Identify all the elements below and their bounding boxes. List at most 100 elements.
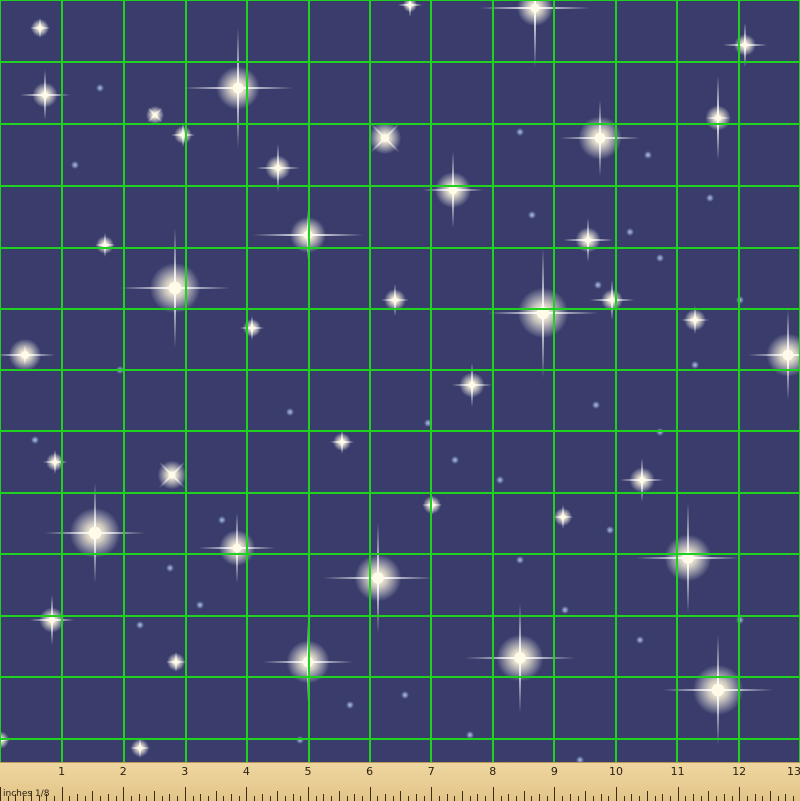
ruler-tick [177, 796, 179, 801]
faint-dot [136, 621, 144, 629]
faint-dot [96, 84, 104, 92]
ruler-tick [500, 796, 502, 801]
faint-dot [31, 436, 39, 444]
ruler-tick [238, 796, 240, 801]
ruler-number: 7 [427, 765, 435, 778]
ruler-tick [793, 796, 795, 801]
ruler-tick [616, 787, 617, 801]
star-core [514, 652, 526, 664]
ruler-tick [515, 796, 517, 801]
star-core [48, 616, 56, 624]
ruler-tick [762, 796, 764, 801]
star-core [249, 325, 255, 331]
ruler-tick [639, 796, 641, 801]
ruler-tick [392, 796, 394, 801]
ruler-number: 10 [609, 765, 623, 778]
star-core [584, 236, 592, 244]
ruler-tick [608, 796, 610, 801]
ruler-unit-label: inches 1/8 [3, 789, 50, 799]
ruler-tick [331, 796, 333, 801]
ruler-tick [346, 796, 348, 801]
faint-dot [626, 228, 634, 236]
star-core [173, 659, 179, 665]
faint-dot [528, 211, 536, 219]
ruler-tick [592, 796, 594, 801]
ruler-tick [53, 796, 55, 801]
ruler-tick [69, 796, 71, 801]
star-pattern-fabric [0, 0, 800, 762]
star-core [560, 514, 566, 520]
ruler-tick [546, 796, 548, 801]
ruler-number: 4 [242, 765, 250, 778]
ruler-number: 12 [732, 765, 747, 778]
faint-dot [594, 281, 602, 289]
star-core [692, 317, 698, 323]
star-core [232, 82, 244, 94]
faint-dot [561, 606, 569, 614]
ruler-number: 6 [366, 765, 374, 778]
faint-dot [516, 556, 524, 564]
faint-dot [516, 128, 524, 136]
ruler-tick [554, 787, 556, 801]
star-core [137, 745, 143, 751]
ruler-tick [308, 787, 309, 801]
star-core [274, 164, 282, 172]
ruler-tick [84, 796, 86, 801]
ruler-tick [438, 796, 440, 801]
ruler-tick [61, 787, 63, 801]
ruler-tick [361, 796, 363, 801]
faint-dot [346, 701, 354, 709]
ruler-tick [23, 796, 25, 801]
ruler-tick [223, 796, 225, 801]
faint-dot [496, 476, 504, 484]
faint-dot [606, 526, 614, 534]
faint-dot [401, 691, 409, 699]
ruler-number: 3 [181, 765, 189, 778]
ruler-tick [300, 796, 302, 801]
star-core [168, 281, 182, 295]
star-core [52, 459, 58, 465]
star-core [742, 42, 748, 48]
ruler-tick [454, 796, 456, 801]
ruler-tick [130, 796, 132, 801]
star-core [88, 526, 102, 540]
star-core [714, 114, 722, 122]
faint-dot [656, 254, 664, 262]
star-core [37, 25, 43, 31]
ruler-tick [469, 796, 471, 801]
star-core [530, 3, 540, 13]
measuring-ruler: inches 1/8 1 2 3 4 5 6 7 8 9 10 11 12 13 [0, 762, 800, 801]
ruler-tick [254, 796, 256, 801]
star-core [339, 439, 345, 445]
star-core [594, 132, 606, 144]
faint-dot [636, 636, 644, 644]
faint-dot [218, 516, 226, 524]
ruler-tick [269, 796, 271, 801]
star-core [468, 381, 476, 389]
ruler-tick [531, 796, 533, 801]
ruler-tick [100, 796, 102, 801]
ruler-tick [7, 796, 9, 801]
ruler-number: 5 [304, 765, 312, 778]
star-core [232, 543, 242, 553]
fabric-background [0, 0, 800, 762]
star-core [372, 572, 384, 584]
faint-dot [196, 601, 204, 609]
ruler-tick [315, 796, 317, 801]
ruler-tick [192, 796, 194, 801]
ruler-tick [377, 796, 379, 801]
ruler-tick [685, 796, 687, 801]
ruler-number: 9 [550, 765, 558, 778]
star-core [20, 350, 30, 360]
star-core [41, 91, 49, 99]
star-beam-vertical [409, 0, 411, 17]
ruler-number: 2 [119, 765, 127, 778]
faint-dot [691, 361, 699, 369]
ruler-tick [731, 796, 733, 801]
ruler-number: 13 [787, 765, 800, 778]
ruler-tick [485, 796, 487, 801]
ruler-tick [739, 787, 741, 801]
ruler-tick [408, 796, 410, 801]
ruler-tick [562, 796, 564, 801]
ruler-number: 1 [58, 765, 66, 778]
